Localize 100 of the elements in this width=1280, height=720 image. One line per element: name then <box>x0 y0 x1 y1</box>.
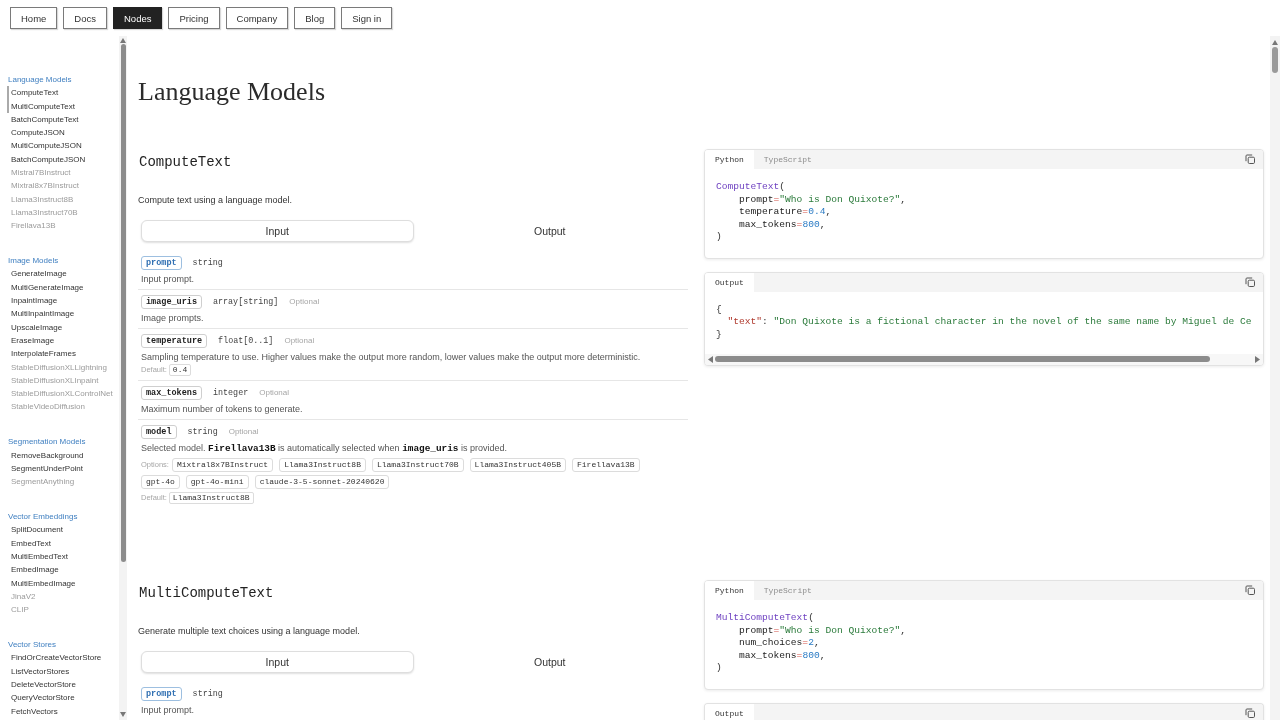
copy-icon[interactable] <box>1244 707 1255 719</box>
sidebar-item[interactable]: EmbedImage <box>7 563 59 577</box>
sidebar-item[interactable]: FindOrCreateVectorStore <box>7 651 102 665</box>
sidebar-item[interactable]: ListVectorStores <box>7 664 70 678</box>
section-description: Generate multiple text choices using a language model. <box>138 624 360 638</box>
sidebar-item[interactable]: RemoveBackground <box>7 448 84 462</box>
nav-link[interactable]: Company <box>225 7 289 29</box>
parameter-description: Selected model. Firellava13B is automatically selected when image_uris is provided. <box>141 442 507 455</box>
parameter-type: integer <box>213 387 249 399</box>
page-scrollbar[interactable] <box>1270 36 1280 720</box>
sidebar-item[interactable]: MultiEmbedImage <box>7 576 76 590</box>
parameter-name: image_uris <box>141 295 202 309</box>
sidebar-heading[interactable]: Segmentation Models <box>0 435 86 449</box>
sidebar-item[interactable]: InpaintImage <box>7 294 58 308</box>
code-line: MultiComputeText( <box>716 612 815 625</box>
copy-icon[interactable] <box>1244 276 1255 288</box>
code-tab[interactable]: Output <box>705 703 754 720</box>
code-line: max_tokens=800, <box>738 218 827 231</box>
parameter-name: temperature <box>141 334 208 348</box>
option-value: Llama3Instruct70B <box>371 458 464 472</box>
option-value: Llama3Instruct405B <box>469 458 566 472</box>
parameter-name: prompt <box>141 687 182 701</box>
sidebar-item[interactable]: FetchVectors <box>7 704 58 718</box>
parameter-type: float[0..1] <box>218 335 274 347</box>
parameter-description: Sampling temperature to use. Higher values make the output more random, lower values make the output more deterministic. <box>141 351 641 363</box>
parameter-name: prompt <box>141 256 182 270</box>
tab[interactable]: Output <box>413 220 686 242</box>
tab[interactable]: Output <box>413 651 686 673</box>
option-value: gpt-4o <box>141 475 180 489</box>
tab[interactable]: Input <box>141 220 414 242</box>
nav-link[interactable]: Nodes <box>113 7 163 29</box>
caret-up-icon[interactable] <box>1272 40 1278 45</box>
code-line: } <box>716 328 723 341</box>
option-value: Firellava13B <box>572 458 640 472</box>
default-value: 0.4 <box>168 364 192 376</box>
sidebar-item[interactable]: EmbedText <box>7 536 52 550</box>
code-line: max_tokens=800, <box>738 649 827 662</box>
parameter-description: Image prompts. <box>141 312 204 324</box>
sidebar-item[interactable]: SplitDocument <box>7 523 64 537</box>
optional-label: Optional <box>289 296 320 308</box>
copy-icon[interactable] <box>1244 154 1255 165</box>
nav-link[interactable]: Home <box>10 7 58 29</box>
parameter-type: string <box>192 688 223 700</box>
code-line: temperature=0.4, <box>738 206 833 219</box>
code-tab[interactable]: Python <box>705 581 754 600</box>
sidebar-item[interactable]: ComputeText <box>7 86 59 100</box>
sidebar-item[interactable]: SegmentUnderPoint <box>7 461 84 476</box>
option-value: gpt-4o-mini <box>185 475 249 489</box>
sidebar-item[interactable]: MultiInpaintImage <box>7 307 75 321</box>
sidebar-item[interactable]: QueryVectorStore <box>7 691 75 705</box>
sidebar-heading[interactable]: Image Models <box>0 254 59 268</box>
nav-link[interactable]: Sign in <box>341 7 393 29</box>
option-value: Mixtral8x7BInstruct <box>171 458 274 472</box>
nav-link[interactable]: Pricing <box>168 7 220 29</box>
code-line: prompt="Who is Don Quixote?", <box>738 193 907 206</box>
scrollbar-thumb[interactable] <box>1272 47 1278 73</box>
sidebar-item[interactable]: MultiComputeJSON <box>7 139 82 153</box>
sidebar-item[interactable]: BatchComputeText <box>7 112 79 127</box>
caret-down-icon[interactable] <box>120 712 126 717</box>
sidebar-item[interactable]: ComputeJSON <box>7 126 65 140</box>
sidebar-heading[interactable]: Vector Stores <box>0 638 57 652</box>
scrollbar-thumb[interactable] <box>715 356 1210 362</box>
code-line: ) <box>716 662 723 675</box>
nav-link[interactable]: Docs <box>63 7 107 29</box>
default-value: Llama3Instruct8B <box>168 492 254 504</box>
sidebar-item[interactable]: DeleteVectorStore <box>7 677 76 692</box>
option-value: Llama3Instruct8B <box>279 458 366 472</box>
section-description: Compute text using a language model. <box>138 193 293 207</box>
code-line: prompt="Who is Don Quixote?", <box>738 624 907 637</box>
sidebar-item[interactable]: EraseImage <box>7 333 55 348</box>
sidebar-item[interactable]: MultiEmbedText <box>7 550 68 564</box>
parameter-description: Input prompt. <box>141 273 195 285</box>
parameter-type: array[string] <box>213 296 279 308</box>
sidebar-item[interactable]: MultiGenerateImage <box>7 280 84 295</box>
sidebar-heading[interactable]: Language Models <box>0 73 72 87</box>
code-line: "text": "Don Quixote is a fictional character in the novel of the same name by Miguel de Ce <box>726 316 1252 329</box>
nav-link[interactable]: Blog <box>294 7 336 29</box>
code-tab[interactable]: Python <box>705 150 754 169</box>
sidebar-item[interactable]: MultiComputeText <box>7 99 76 113</box>
sidebar-scrollbar[interactable] <box>119 36 127 720</box>
code-line: { <box>716 303 723 316</box>
tab[interactable]: Input <box>141 651 414 673</box>
page-title: Language Models <box>138 76 325 108</box>
sidebar-item[interactable]: GenerateImage <box>7 267 67 281</box>
parameter-description: Input prompt. <box>141 704 195 716</box>
caret-right-icon[interactable] <box>1255 355 1260 363</box>
sidebar-item[interactable]: UpscaleImage <box>7 320 63 334</box>
scrollbar-thumb[interactable] <box>120 44 126 562</box>
sidebar-heading[interactable]: Vector Embeddings <box>0 510 78 524</box>
copy-icon[interactable] <box>1244 585 1255 596</box>
sidebar-item[interactable]: InterpolateFrames <box>7 347 76 361</box>
sidebar-item[interactable]: BatchComputeJSON <box>7 152 86 167</box>
caret-left-icon[interactable] <box>708 355 713 363</box>
parameter-name: max_tokens <box>141 386 202 400</box>
parameter-description: Maximum number of tokens to generate. <box>141 403 303 415</box>
code-tab[interactable]: Output <box>705 272 754 292</box>
section-heading: MultiComputeText <box>139 585 274 602</box>
parameter-type: string <box>192 257 223 269</box>
horizontal-scrollbar[interactable] <box>705 353 1263 365</box>
optional-label: Optional <box>228 426 259 438</box>
